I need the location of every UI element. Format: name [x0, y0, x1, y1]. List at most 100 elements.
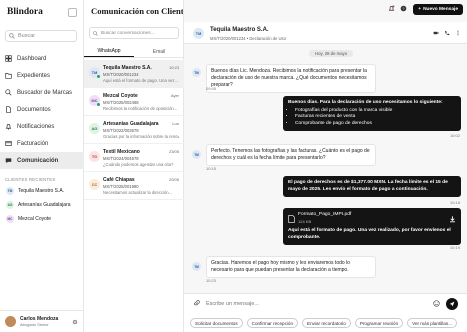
send-button[interactable]: [446, 298, 458, 310]
avatar: CC: [89, 179, 100, 190]
tab-whatsapp[interactable]: WhatsApp: [84, 46, 134, 57]
new-message-label: Nuevo Mensaje: [423, 7, 458, 12]
conversation-item[interactable]: TG Textil Mexicano MX/T/2024/004678 ¿Cuá…: [84, 144, 184, 172]
user-profile[interactable]: Carlos Mendoza Abogado Senior: [0, 310, 84, 332]
conversation-time: 20/05: [168, 177, 179, 182]
sidebar-item-dashboard[interactable]: Dashboard: [0, 50, 84, 67]
message-bullet-list: Fotografías del producto con la marca vi…: [288, 108, 456, 128]
more-options-icon[interactable]: [455, 30, 461, 36]
recent-client-name: Artesanías Guadalajara: [18, 202, 71, 208]
sidebar-item-label: Documentos: [17, 106, 51, 113]
message-input[interactable]: Escribe un mensaje...: [206, 298, 432, 310]
search-icon: [93, 30, 98, 36]
avatar: AG: [6, 201, 14, 209]
conversation-item[interactable]: TM Tequila Maestro S.A. MX/T/2020/001234…: [84, 60, 184, 88]
conversation-preview: ¿Cuándo podemos agendar una cita?: [103, 162, 174, 167]
attach-icon[interactable]: [193, 300, 200, 307]
sidebar-item-expedientes[interactable]: Expedientes: [0, 67, 84, 84]
brand-logo: Blindora: [7, 7, 43, 17]
grid-icon: [5, 55, 12, 62]
sidebar-item-documentos[interactable]: Documentos: [0, 101, 84, 118]
conversation-code: MX/T/2020/001234: [103, 72, 139, 77]
conversation-preview: Aquí está el formato de pago. Una vez...: [103, 78, 178, 83]
message-time: 10:19: [449, 245, 460, 250]
message-time: 10:18: [449, 200, 460, 205]
avatar: [5, 316, 16, 327]
recent-client-name: Mezcal Coyote: [18, 216, 52, 222]
conversation-code: MX/T/2022/003579: [103, 128, 139, 133]
collapse-sidebar-icon[interactable]: [68, 8, 77, 17]
download-icon[interactable]: [449, 215, 456, 223]
help-icon[interactable]: ?: [400, 5, 407, 12]
file-size: 124 KB: [298, 218, 312, 224]
conversation-search-placeholder: Buscar conversaciones...: [101, 30, 155, 36]
conversation-item[interactable]: AG Artesanías Guadalajara MX/T/2022/0035…: [84, 116, 184, 144]
conversation-time: 10:23: [168, 65, 179, 70]
sidebar-search-input[interactable]: Buscar: [5, 30, 77, 42]
conversation-time: Lun: [172, 121, 179, 126]
avatar: TM: [193, 28, 204, 39]
search-icon: [9, 33, 15, 39]
sidebar-item-comunicacion[interactable]: Comunicación: [0, 152, 84, 169]
invoice-icon: [5, 141, 12, 146]
conversation-item[interactable]: CC Café Chiapas MX/T/2025/001980 Necesit…: [84, 172, 184, 200]
search-icon: [5, 89, 12, 96]
online-indicator: [97, 103, 100, 106]
date-divider: Hoy, 28 de mayo: [309, 50, 354, 57]
message-text: El pago de derechos es de $1,377.00 MXN.…: [288, 180, 448, 192]
conversation-search-input[interactable]: Buscar conversaciones...: [89, 27, 179, 39]
quick-reply-solicitar-documentos[interactable]: Solicitar documentos: [190, 318, 243, 328]
quick-reply-enviar-recordatorio[interactable]: Enviar recordatorio: [302, 318, 351, 328]
recent-client-item[interactable]: TM Tequila Maestro S.A.: [0, 184, 84, 198]
chat-header: TM Tequila Maestro S.A. MX/T/2020/001234…: [184, 22, 467, 44]
emoji-icon[interactable]: [433, 300, 440, 307]
message-time: 10:02: [449, 133, 460, 138]
tab-email[interactable]: Email: [134, 46, 184, 57]
sidebar-item-label: Buscador de Marcas: [17, 89, 73, 96]
conversation-items: TM Tequila Maestro S.A. MX/T/2020/001234…: [84, 60, 184, 200]
sidebar-item-label: Comunicación: [17, 157, 59, 164]
message-outgoing: El pago de derechos es de $1,377.00 MXN.…: [283, 176, 461, 198]
message-time: 09:45: [206, 86, 217, 91]
avatar: TG: [89, 151, 100, 162]
contact-subtitle: MX/T/2020/001234 • Declaración de Uso: [210, 36, 286, 41]
video-call-icon[interactable]: [433, 30, 439, 36]
quick-replies: Solicitar documentos Confirmar recepción…: [190, 318, 457, 328]
sidebar-nav: Dashboard Expedientes Buscador de Marcas…: [0, 50, 84, 169]
contact-name: Tequila Maestro S.A.: [210, 27, 269, 33]
plus-icon: +: [418, 7, 422, 12]
recent-client-item[interactable]: AG Artesanías Guadalajara: [0, 198, 84, 212]
bell-icon: [5, 124, 12, 130]
sidebar-item-buscador-marcas[interactable]: Buscador de Marcas: [0, 84, 84, 101]
quick-reply-ver-mas-plantillas[interactable]: Ver más plantillas...: [407, 318, 457, 328]
quick-reply-programar-reunion[interactable]: Programar reunión: [354, 318, 404, 328]
conversation-list-panel: Buscar conversaciones... WhatsApp Email …: [84, 0, 184, 332]
message-text: Aquí está el formato de pago. Una vez re…: [288, 228, 451, 240]
conversation-time: 23/05: [168, 149, 179, 154]
message-outgoing: Buenos días. Para la declaración de uso …: [283, 96, 461, 132]
new-message-button[interactable]: + Nuevo Mensaje: [413, 4, 463, 15]
conversation-code: MX/T/2024/004678: [103, 156, 139, 161]
sidebar-item-label: Facturación: [17, 140, 49, 147]
gear-icon[interactable]: [72, 319, 78, 325]
phone-icon[interactable]: [444, 30, 450, 36]
sidebar-item-facturacion[interactable]: Facturación: [0, 135, 84, 152]
conversation-item[interactable]: MC Mezcal Coyote MX/T/2025/002468 Recibi…: [84, 88, 184, 116]
recent-client-item[interactable]: MC Mezcal Coyote: [0, 212, 84, 226]
bell-icon[interactable]: [388, 5, 395, 12]
pdf-file-icon: [288, 214, 295, 223]
message-input-placeholder: Escribe un mensaje...: [206, 301, 259, 307]
conversation-preview: Necesitamos actualizar la dirección...: [103, 190, 173, 195]
file-name: Formato_Pago_IMPI.pdf: [298, 212, 352, 217]
avatar: MC: [6, 215, 14, 223]
file-attachment[interactable]: Formato_Pago_IMPI.pdf 124 KB: [288, 212, 456, 225]
chat-panel: ? + Nuevo Mensaje TM Tequila Maestro S.A…: [184, 0, 467, 332]
sidebar-item-notificaciones[interactable]: Notificaciones: [0, 118, 84, 135]
channel-tabs: WhatsApp Email: [84, 46, 184, 58]
recent-clients-heading: CLIENTES RECIENTES: [5, 177, 56, 182]
svg-text:?: ?: [402, 7, 404, 11]
quick-reply-confirmar-recepcion[interactable]: Confirmar recepción: [246, 318, 299, 328]
user-role: Abogado Senior: [20, 322, 49, 327]
folder-icon: [5, 73, 12, 79]
avatar: TM: [192, 68, 201, 77]
